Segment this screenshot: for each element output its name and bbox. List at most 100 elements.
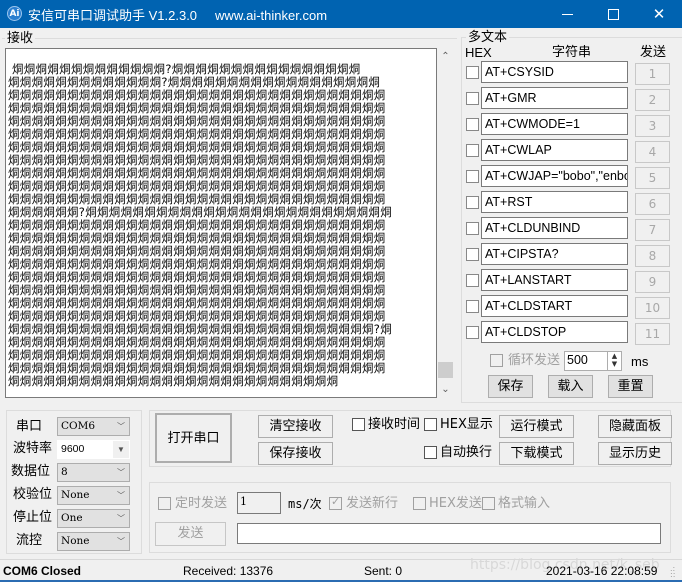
receive-textarea[interactable]: 烔烔烔烔烔烔烔烔烔烔烔烔烔?烔烔烔烔烔烔烔烔烔烔烔烔烔烔烔烔 烔烔烔烔烔烔烔烔烔烔… xyxy=(5,48,437,398)
send-input[interactable] xyxy=(237,523,661,544)
send-command-button-2[interactable]: 2 xyxy=(635,89,670,111)
loop-unit-label: ms xyxy=(631,354,649,369)
loop-interval-value: 500 xyxy=(567,353,588,367)
command-input-11[interactable]: AT+CLDSTOP xyxy=(481,321,628,343)
receive-time-checkbox[interactable] xyxy=(352,418,365,431)
hex-display-checkbox[interactable] xyxy=(424,418,437,431)
command-input-7[interactable]: AT+CLDUNBIND xyxy=(481,217,628,239)
port-label: 串口 xyxy=(16,419,43,434)
maximize-button[interactable] xyxy=(590,0,636,28)
chevron-down-icon: ﹀ xyxy=(117,468,125,477)
hex-checkbox-2[interactable] xyxy=(466,92,479,105)
baud-label: 波特率 xyxy=(13,441,53,456)
send-command-button-11[interactable]: 11 xyxy=(635,323,670,345)
command-input-8[interactable]: AT+CIPSTA? xyxy=(481,243,628,265)
hex-checkbox-4[interactable] xyxy=(466,144,479,157)
port-value: COM6 xyxy=(61,420,96,432)
stopbits-select[interactable]: One ﹀ xyxy=(57,509,130,528)
send-command-button-10[interactable]: 10 xyxy=(635,297,670,319)
loop-send-label: 循环发送 xyxy=(508,353,561,368)
chevron-down-icon: ﹀ xyxy=(117,491,125,500)
command-input-6[interactable]: AT+RST xyxy=(481,191,628,213)
hex-checkbox-5[interactable] xyxy=(466,170,479,183)
title-bar: Ai 安信可串口调试助手 V1.2.3.0 www.ai-thinker.com … xyxy=(0,0,682,28)
send-command-button-7[interactable]: 7 xyxy=(635,219,670,241)
scroll-down-icon[interactable]: ⌄ xyxy=(437,381,454,398)
hide-panel-button[interactable]: 隐藏面板 xyxy=(598,415,672,438)
website-url: www.ai-thinker.com xyxy=(215,8,328,23)
minimize-button[interactable] xyxy=(544,0,590,28)
scroll-thumb[interactable] xyxy=(438,362,453,378)
download-mode-button[interactable]: 下载模式 xyxy=(499,442,574,465)
window-title: 安信可串口调试助手 V1.2.3.0 www.ai-thinker.com xyxy=(28,5,327,24)
ai-thinker-logo-icon: Ai xyxy=(7,6,22,21)
send-button[interactable]: 发送 xyxy=(155,522,226,546)
loop-send-checkbox[interactable] xyxy=(490,354,503,367)
command-input-1[interactable]: AT+CSYSID xyxy=(481,61,628,83)
datetime: 2021-03-16 22:08:59 xyxy=(546,564,658,578)
timed-send-label: 定时发送 xyxy=(175,496,228,511)
chevron-down-icon: ﹀ xyxy=(117,514,125,523)
send-command-button-6[interactable]: 6 xyxy=(635,193,670,215)
clear-receive-button[interactable]: 清空接收 xyxy=(258,415,333,438)
send-command-button-1[interactable]: 1 xyxy=(635,63,670,85)
hex-checkbox-9[interactable] xyxy=(466,274,479,287)
databits-value: 8 xyxy=(61,466,68,478)
hex-checkbox-6[interactable] xyxy=(466,196,479,209)
hex-checkbox-8[interactable] xyxy=(466,248,479,261)
receive-scrollbar[interactable]: ⌃ ⌄ xyxy=(437,48,454,398)
app-title: 安信可串口调试助手 V1.2.3.0 xyxy=(28,8,198,23)
port-status: COM6 Closed xyxy=(3,564,82,578)
command-input-3[interactable]: AT+CWMODE=1 xyxy=(481,113,628,135)
stopbits-value: One xyxy=(61,512,83,524)
scroll-up-icon[interactable]: ⌃ xyxy=(437,48,454,65)
command-input-4[interactable]: AT+CWLAP xyxy=(481,139,628,161)
interval-input[interactable]: 1 xyxy=(237,492,281,514)
hex-checkbox-7[interactable] xyxy=(466,222,479,235)
send-command-button-9[interactable]: 9 xyxy=(635,271,670,293)
close-button[interactable]: ✕ xyxy=(636,0,682,28)
resize-grip-icon[interactable]: .::: xyxy=(670,565,675,579)
loop-interval-spinner[interactable]: 500 ▲ ▼ xyxy=(564,351,622,371)
command-input-9[interactable]: AT+LANSTART xyxy=(481,269,628,291)
save-multitext-button[interactable]: 保存 xyxy=(488,375,533,398)
reset-multitext-button[interactable]: 重置 xyxy=(608,375,653,398)
hex-checkbox-11[interactable] xyxy=(466,326,479,339)
format-input-checkbox[interactable] xyxy=(482,497,495,510)
send-command-button-5[interactable]: 5 xyxy=(635,167,670,189)
hex-send-checkbox[interactable] xyxy=(413,497,426,510)
baud-value: 9600 xyxy=(61,443,85,455)
send-newline-checkbox[interactable] xyxy=(329,495,342,510)
load-multitext-button[interactable]: 载入 xyxy=(548,375,593,398)
hex-checkbox-10[interactable] xyxy=(466,300,479,313)
auto-newline-label: 自动换行 xyxy=(440,445,493,460)
interval-unit-label: ms/次 xyxy=(288,497,322,511)
close-icon: ✕ xyxy=(652,5,666,23)
hex-display-label: HEX显示 xyxy=(440,417,493,432)
command-input-5[interactable]: AT+CWJAP="bobo","enbo xyxy=(481,165,628,187)
flow-select[interactable]: None ﹀ xyxy=(57,532,130,551)
command-input-2[interactable]: AT+GMR xyxy=(481,87,628,109)
baud-select[interactable]: 9600 ▼ xyxy=(57,440,130,459)
command-input-10[interactable]: AT+CLDSTART xyxy=(481,295,628,317)
run-mode-button[interactable]: 运行模式 xyxy=(499,415,574,438)
send-command-button-4[interactable]: 4 xyxy=(635,141,670,163)
hex-checkbox-3[interactable] xyxy=(466,118,479,131)
databits-select[interactable]: 8 ﹀ xyxy=(57,463,130,482)
flow-value: None xyxy=(61,535,90,547)
timed-send-checkbox[interactable] xyxy=(158,497,171,510)
send-newline-label: 发送新行 xyxy=(346,496,399,511)
stopbits-label: 停止位 xyxy=(13,510,53,525)
chevron-down-icon: ﹀ xyxy=(117,537,125,546)
port-select[interactable]: COM6 ﹀ xyxy=(57,417,130,436)
flow-label: 流控 xyxy=(16,533,43,548)
save-receive-button[interactable]: 保存接收 xyxy=(258,442,333,465)
send-command-button-3[interactable]: 3 xyxy=(635,115,670,137)
spin-arrows-icon[interactable]: ▲ ▼ xyxy=(607,352,621,370)
auto-newline-checkbox[interactable] xyxy=(424,446,437,459)
send-command-button-8[interactable]: 8 xyxy=(635,245,670,267)
show-history-button[interactable]: 显示历史 xyxy=(598,442,672,465)
parity-select[interactable]: None ﹀ xyxy=(57,486,130,505)
open-port-button[interactable]: 打开串口 xyxy=(155,413,232,463)
hex-checkbox-1[interactable] xyxy=(466,66,479,79)
